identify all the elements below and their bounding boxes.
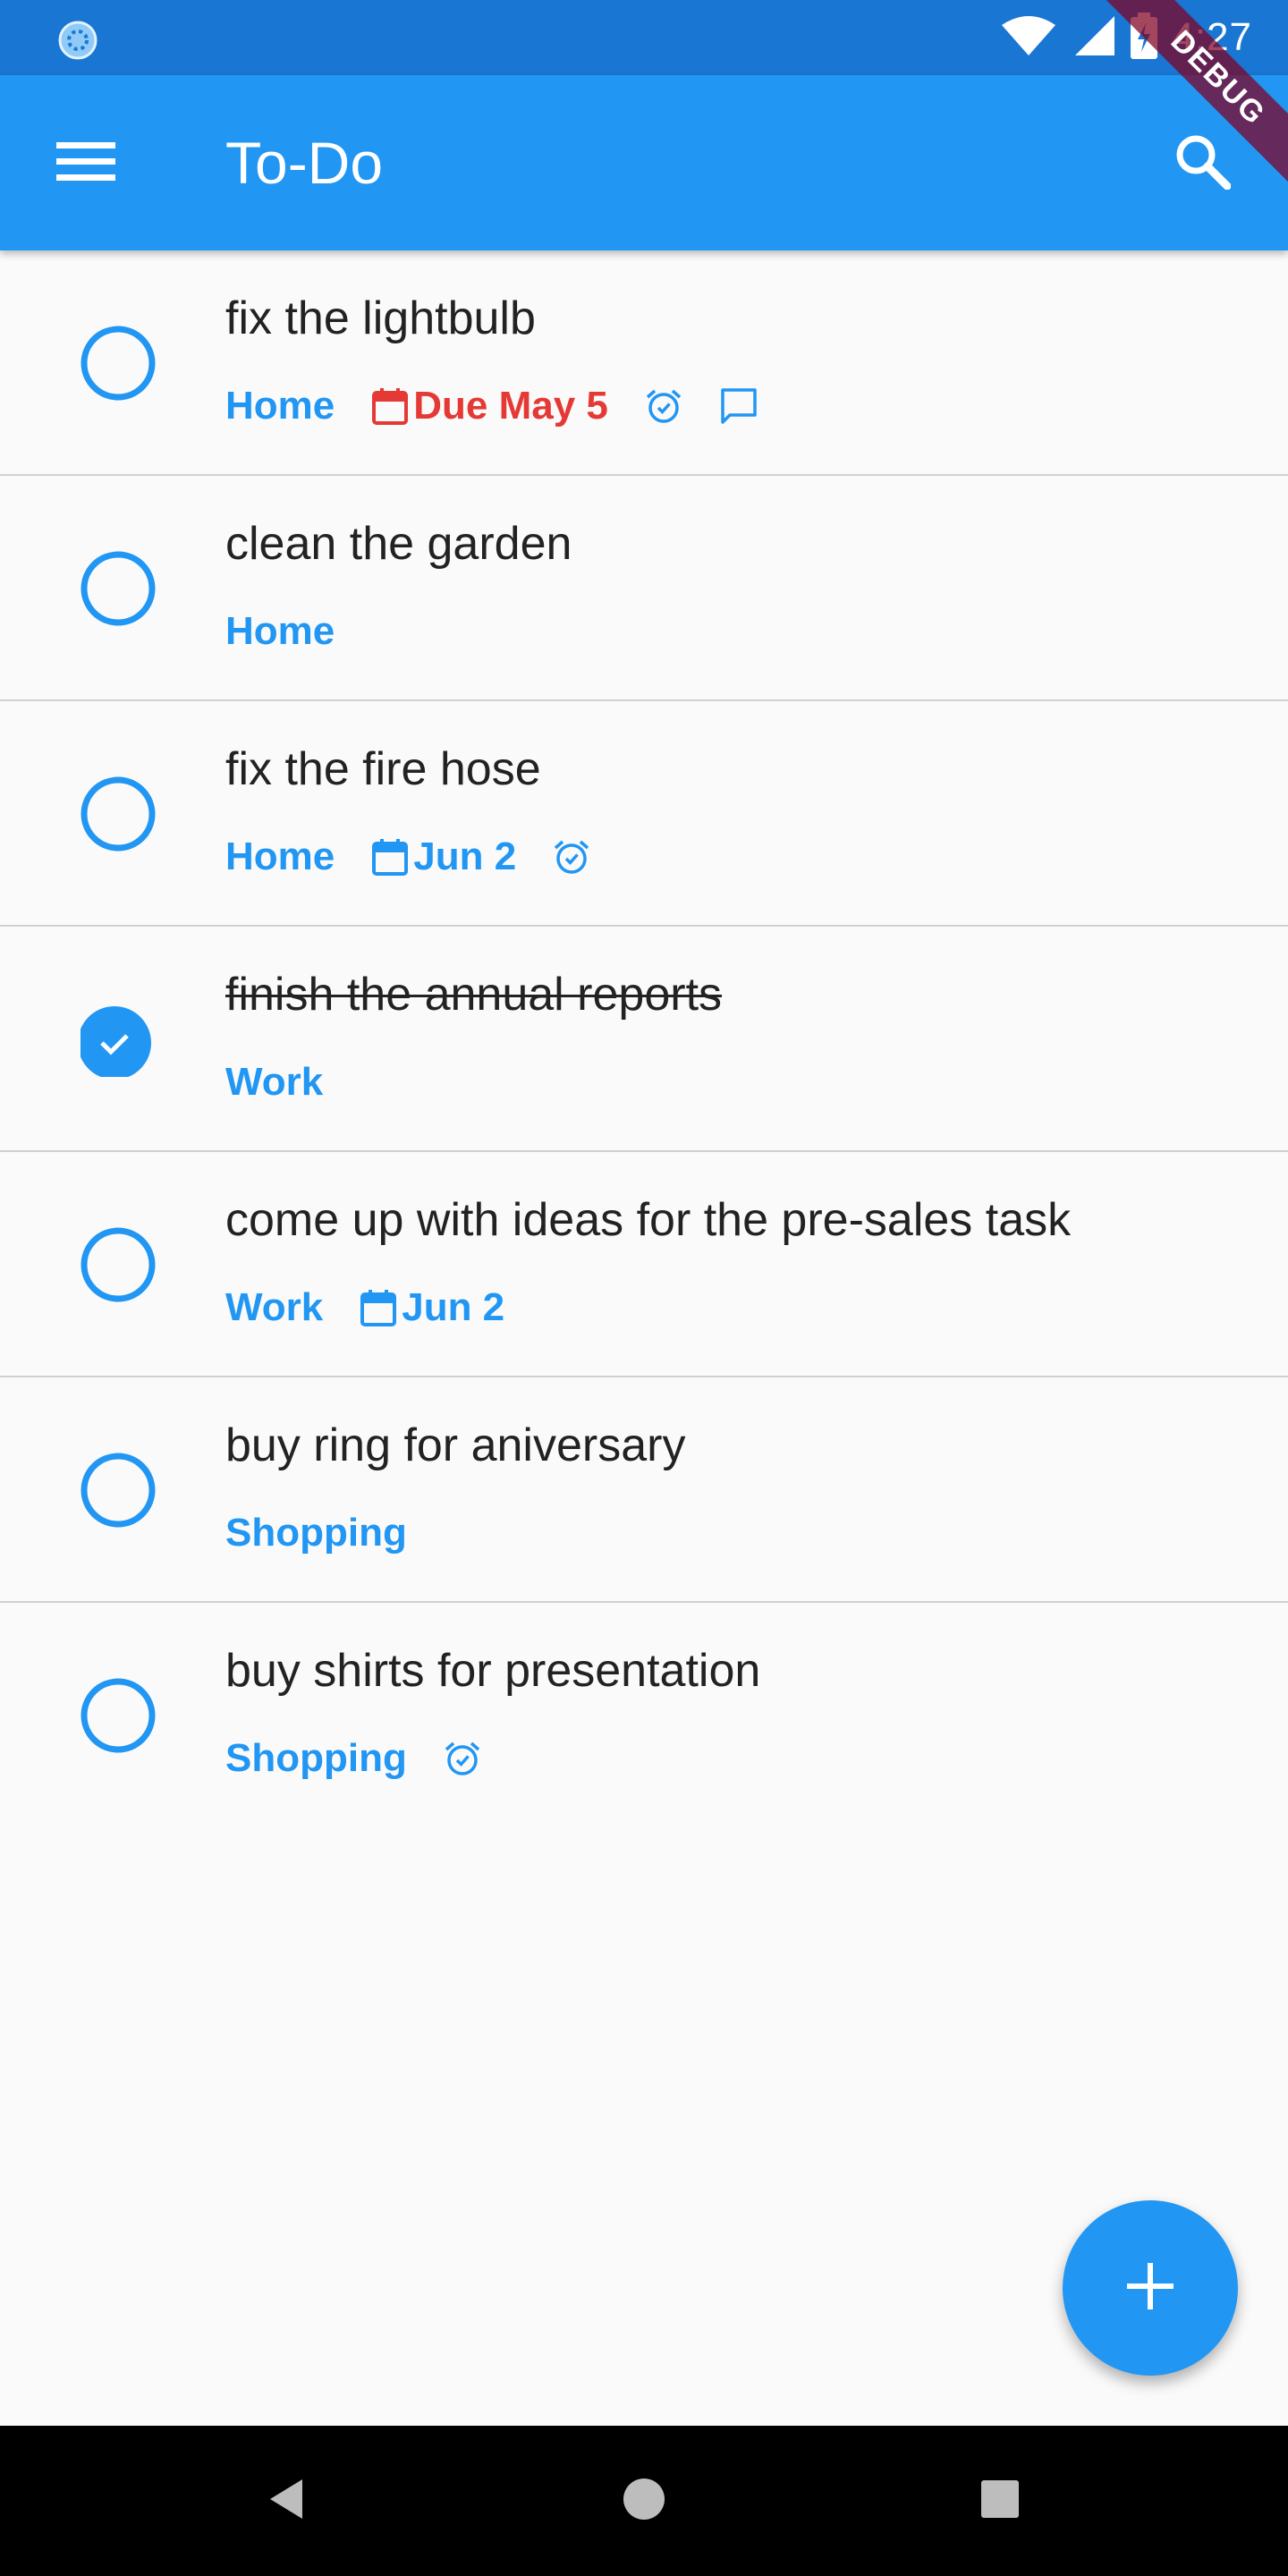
complete-checkbox[interactable] (80, 551, 156, 626)
calendar-icon (372, 388, 409, 425)
todo-title: finish the annual reports (225, 969, 723, 1021)
alarm-icon (552, 837, 591, 877)
todo-title: fix the fire hose (225, 743, 541, 795)
complete-checkbox[interactable] (80, 1227, 156, 1302)
todo-tag: Shopping (225, 1736, 407, 1780)
complete-checkbox[interactable] (80, 776, 156, 852)
due-date-label: Jun 2 (402, 1285, 505, 1329)
todo-tag: Home (225, 835, 335, 878)
system-nav-bar (0, 2426, 1288, 2576)
status-bar: 4:27 (0, 0, 1288, 75)
unchecked-circle-icon (80, 326, 156, 401)
list-item[interactable]: fix the fire hose Home Jun 2 (0, 701, 1288, 927)
unchecked-circle-icon (80, 1453, 156, 1528)
complete-checkbox[interactable] (80, 1002, 156, 1077)
menu-icon (56, 140, 115, 186)
todo-title: buy shirts for presentation (225, 1645, 761, 1697)
list-item[interactable]: buy ring for aniversary Shopping (0, 1377, 1288, 1603)
todo-meta: Work (225, 1054, 359, 1111)
todo-tag: Work (225, 1060, 324, 1104)
due-date: Jun 2 (359, 1285, 504, 1330)
alarm-icon (443, 1739, 482, 1778)
unchecked-circle-icon (80, 1227, 156, 1302)
due-date: Jun 2 (370, 835, 516, 879)
complete-checkbox[interactable] (80, 1453, 156, 1528)
list-item[interactable]: buy shirts for presentation Shopping (0, 1603, 1288, 1828)
todo-meta: Home (225, 603, 370, 660)
search-button[interactable] (1159, 120, 1245, 206)
search-icon (1174, 132, 1232, 194)
home-button[interactable] (599, 2456, 689, 2546)
wifi-icon (1000, 14, 1057, 62)
add-todo-button[interactable] (1063, 2200, 1238, 2376)
checked-circle-icon (80, 1006, 151, 1077)
todo-meta: Shopping (225, 1730, 518, 1787)
back-icon (267, 2478, 306, 2525)
todo-title: fix the lightbulb (225, 292, 536, 344)
unchecked-circle-icon (80, 1678, 156, 1753)
complete-checkbox[interactable] (80, 326, 156, 401)
todo-meta: Work Jun 2 (225, 1279, 540, 1336)
list-item[interactable]: come up with ideas for the pre-sales tas… (0, 1152, 1288, 1377)
calendar-icon (360, 1290, 397, 1326)
todo-title: come up with ideas for the pre-sales tas… (225, 1194, 1072, 1246)
todo-tag: Home (225, 384, 335, 428)
calendar-icon (372, 839, 409, 876)
due-date: Due May 5 (370, 384, 608, 428)
comment-icon (719, 386, 758, 426)
home-icon (623, 2478, 665, 2525)
screen: 4:27 DEBUG To-Do (0, 0, 1288, 2576)
complete-checkbox[interactable] (80, 1678, 156, 1753)
list-item[interactable]: fix the lightbulb Home Due May 5 (0, 250, 1288, 476)
todo-list: fix the lightbulb Home Due May 5 clean t… (0, 250, 1288, 1828)
recents-button[interactable] (955, 2456, 1045, 2546)
due-date-label: Due May 5 (413, 384, 608, 428)
recents-icon (980, 2479, 1020, 2523)
plus-icon (1125, 2261, 1175, 2316)
todo-meta: Home Jun 2 (225, 828, 627, 886)
todo-tag: Work (225, 1285, 324, 1329)
todo-title: clean the garden (225, 518, 572, 570)
todo-title: buy ring for aniversary (225, 1419, 686, 1471)
unchecked-circle-icon (80, 776, 156, 852)
back-button[interactable] (242, 2456, 331, 2546)
todo-meta: Home Due May 5 (225, 377, 794, 435)
todo-tag: Home (225, 609, 335, 653)
todo-meta: Shopping (225, 1504, 443, 1562)
app-bar: To-Do (0, 75, 1288, 250)
list-item[interactable]: clean the garden Home (0, 476, 1288, 701)
unchecked-circle-icon (80, 551, 156, 626)
loading-icon (57, 20, 98, 61)
todo-tag: Shopping (225, 1511, 407, 1555)
page-title: To-Do (225, 130, 384, 196)
due-date-label: Jun 2 (413, 835, 517, 878)
signal-icon (1072, 14, 1116, 62)
alarm-icon (644, 386, 683, 426)
menu-button[interactable] (43, 120, 129, 206)
list-item[interactable]: finish the annual reports Work (0, 927, 1288, 1152)
